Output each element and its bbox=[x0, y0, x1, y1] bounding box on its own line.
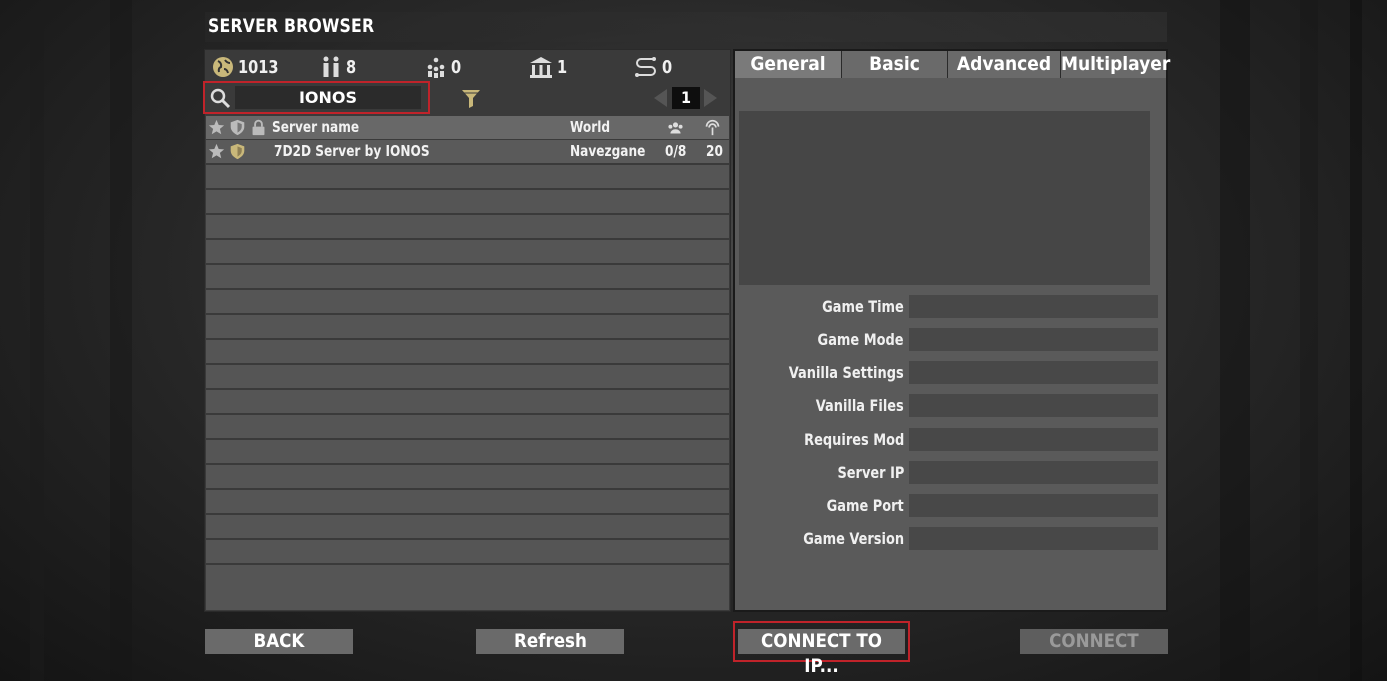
info-row-game-version: Game Version bbox=[735, 526, 1166, 551]
stat-routes-value: 0 bbox=[662, 56, 673, 78]
info-label: Vanilla Files bbox=[816, 396, 904, 415]
row-world: Navezgane bbox=[570, 142, 646, 160]
info-label: Game Port bbox=[826, 496, 904, 515]
server-stats: 1013 8 0 1 0 bbox=[205, 54, 730, 80]
group-icon bbox=[427, 57, 445, 78]
empty-row bbox=[206, 415, 729, 438]
empty-row bbox=[206, 315, 729, 338]
title-bar: SERVER BROWSER bbox=[205, 12, 1167, 42]
info-label: Vanilla Settings bbox=[789, 363, 904, 382]
info-row-requires-mod: Requires Mod bbox=[735, 427, 1166, 452]
lock-header-icon[interactable] bbox=[250, 119, 267, 136]
empty-row bbox=[206, 215, 729, 238]
back-button-label: BACK bbox=[253, 630, 305, 652]
stat-groups-value: 0 bbox=[451, 56, 462, 78]
empty-row bbox=[206, 265, 729, 288]
empty-row bbox=[206, 587, 729, 610]
info-row-game-port: Game Port bbox=[735, 493, 1166, 518]
info-row-game-mode: Game Mode bbox=[735, 327, 1166, 352]
back-button[interactable]: BACK bbox=[205, 629, 353, 654]
info-value bbox=[909, 295, 1158, 318]
verified-shield-icon bbox=[230, 143, 245, 160]
info-value bbox=[909, 461, 1158, 484]
info-label: Game Time bbox=[822, 297, 904, 316]
refresh-button[interactable]: Refresh bbox=[476, 629, 624, 654]
connect-button[interactable]: CONNECT bbox=[1020, 629, 1168, 654]
row-server-name: 7D2D Server by IONOS bbox=[274, 142, 430, 160]
info-value bbox=[909, 394, 1158, 417]
refresh-button-label: Refresh bbox=[513, 630, 587, 652]
stat-buildings-value: 1 bbox=[557, 56, 568, 78]
server-list-panel: 1013 8 0 1 0 IONOS 1 Server name World 7… bbox=[203, 49, 731, 612]
empty-row bbox=[206, 390, 729, 413]
window-title: SERVER BROWSER bbox=[208, 15, 375, 37]
stat-servers-value: 1013 bbox=[238, 56, 279, 78]
empty-row bbox=[206, 165, 729, 188]
info-label: Server IP bbox=[837, 463, 904, 482]
info-row-server-ip: Server IP bbox=[735, 460, 1166, 485]
empty-row bbox=[206, 540, 729, 563]
empty-row bbox=[206, 240, 729, 263]
search-input[interactable] bbox=[235, 86, 421, 109]
empty-row bbox=[206, 365, 729, 388]
favorite-header-icon[interactable] bbox=[208, 119, 225, 136]
empty-row bbox=[206, 190, 729, 213]
connect-button-label: CONNECT bbox=[1049, 630, 1139, 652]
stat-players-value: 8 bbox=[346, 56, 357, 78]
page-number: 1 bbox=[672, 87, 700, 109]
info-label: Requires Mod bbox=[803, 430, 904, 449]
stat-groups: 0 bbox=[424, 54, 462, 80]
empty-row bbox=[206, 515, 729, 538]
tab-multiplayer[interactable]: Multiplayer bbox=[1061, 51, 1170, 78]
info-row-game-time: Game Time bbox=[735, 294, 1166, 319]
globe-icon bbox=[213, 57, 233, 77]
empty-row bbox=[206, 490, 729, 513]
row-ping: 20 bbox=[706, 142, 723, 160]
ping-header-icon[interactable] bbox=[704, 119, 721, 136]
info-label: Game Mode bbox=[817, 330, 904, 349]
pager-prev-icon[interactable] bbox=[651, 87, 669, 109]
info-row-vanilla-settings: Vanilla Settings bbox=[735, 360, 1166, 385]
filter-icon[interactable] bbox=[460, 87, 482, 109]
route-icon bbox=[635, 57, 656, 77]
header-server-name[interactable]: Server name bbox=[272, 116, 359, 139]
info-value bbox=[909, 428, 1158, 451]
players-header-icon[interactable] bbox=[667, 119, 684, 136]
list-header: Server name World bbox=[206, 116, 729, 139]
details-tabs: General Basic Advanced Multiplayer bbox=[735, 51, 1170, 78]
info-value bbox=[909, 328, 1158, 351]
info-value bbox=[909, 494, 1158, 517]
empty-row bbox=[206, 340, 729, 363]
tab-advanced[interactable]: Advanced bbox=[948, 51, 1061, 78]
tab-basic[interactable]: Basic bbox=[842, 51, 948, 78]
empty-row bbox=[206, 440, 729, 463]
connect-to-ip-button[interactable]: CONNECT TO IP... bbox=[738, 629, 905, 677]
server-details-panel: General Basic Advanced Multiplayer Game … bbox=[733, 49, 1170, 612]
pager-next-icon[interactable] bbox=[702, 87, 720, 109]
info-label: Game Version bbox=[803, 529, 904, 548]
info-value bbox=[909, 527, 1158, 550]
stat-servers: 1013 bbox=[211, 54, 283, 80]
empty-row bbox=[206, 290, 729, 313]
empty-row bbox=[206, 565, 729, 588]
row-players: 0/8 bbox=[665, 142, 687, 160]
header-world[interactable]: World bbox=[570, 116, 610, 139]
server-preview-image bbox=[739, 111, 1150, 285]
stat-players: 8 bbox=[319, 54, 357, 80]
table-row[interactable]: 7D2D Server by IONOS Navezgane 0/8 20 bbox=[206, 140, 729, 163]
tab-general[interactable]: General bbox=[735, 51, 842, 78]
info-value bbox=[909, 361, 1158, 384]
favorite-star-icon[interactable] bbox=[208, 143, 225, 160]
players-icon bbox=[323, 56, 339, 77]
connect-to-ip-label: CONNECT TO IP... bbox=[760, 630, 882, 677]
building-icon bbox=[530, 57, 552, 78]
search-icon bbox=[210, 88, 231, 109]
stat-buildings: 1 bbox=[528, 54, 568, 80]
empty-row bbox=[206, 465, 729, 488]
info-row-vanilla-files: Vanilla Files bbox=[735, 393, 1166, 418]
shield-header-icon[interactable] bbox=[229, 119, 246, 136]
stat-routes: 0 bbox=[633, 54, 673, 80]
